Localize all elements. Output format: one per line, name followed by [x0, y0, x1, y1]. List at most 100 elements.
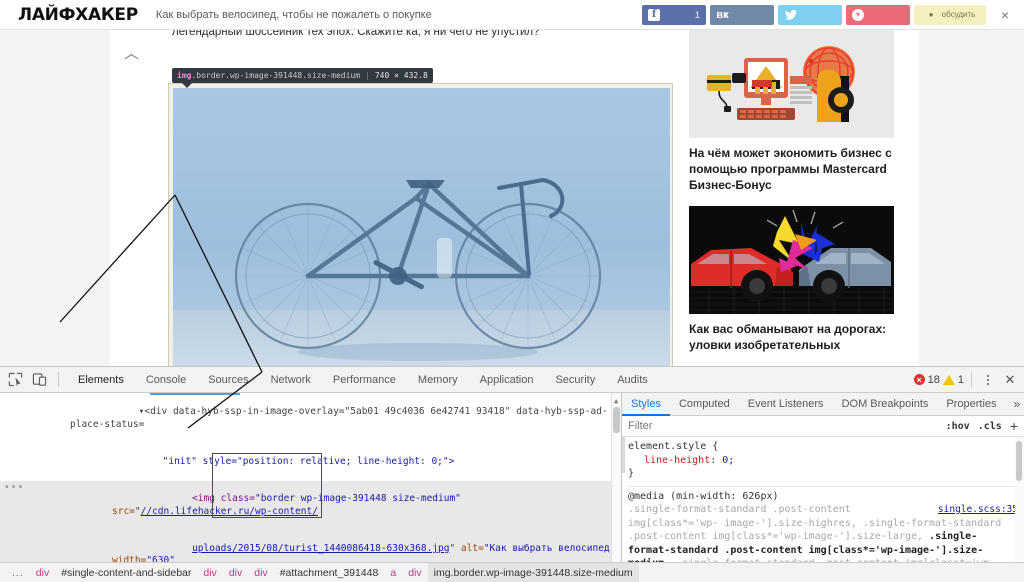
tab-application[interactable]: Application: [469, 367, 545, 393]
tab-security[interactable]: Security: [544, 367, 606, 393]
style-rule-element-style[interactable]: element.style { line-height: 0; }: [628, 440, 1018, 483]
share-facebook-button[interactable]: f 1: [642, 4, 706, 25]
tab-dom-breakpoints[interactable]: DOM Breakpoints: [833, 393, 938, 416]
declaration-line-height[interactable]: line-height: 0;: [628, 454, 1018, 468]
hov-toggle-button[interactable]: :hov: [946, 421, 970, 432]
tab-styles[interactable]: Styles: [622, 393, 670, 416]
facebook-icon: f: [648, 8, 660, 21]
tab-network[interactable]: Network: [260, 367, 322, 393]
article-paragraph-clipped: легендарный шоссейник тех эпох. Скажите …: [172, 30, 540, 38]
tab-performance[interactable]: Performance: [322, 367, 407, 393]
error-count-badge[interactable]: × 18: [913, 374, 940, 386]
devtools-panel: Elements Console Sources Network Perform…: [0, 366, 1024, 582]
page-sidebar: На чём может экономить бизнес с помощью …: [689, 30, 894, 366]
breadcrumb-div-2[interactable]: div: [197, 563, 222, 582]
inspect-element-icon[interactable]: [6, 371, 24, 389]
style-source-link[interactable]: single.scss:35: [938, 503, 1018, 517]
tab-properties[interactable]: Properties: [937, 393, 1005, 416]
warning-count-badge[interactable]: 1: [942, 374, 964, 386]
breadcrumb-ellipsis[interactable]: ...: [6, 563, 30, 582]
styles-scrollbar[interactable]: [1015, 437, 1024, 582]
kebab-menu-icon[interactable]: [979, 371, 997, 389]
dom-img-alt-value: "Как выбрать велосипед": [483, 542, 616, 554]
devtools-toolbar-icons: [0, 371, 54, 389]
pocket-icon: ▾: [852, 8, 864, 21]
breadcrumb-a[interactable]: a: [384, 563, 402, 582]
dom-line-1-text: ▾<div data-hyb-ssp-in-image-overlay="5ab…: [70, 406, 608, 430]
dom-text-selection-box: [212, 453, 322, 518]
property-value[interactable]: 0;: [722, 455, 734, 466]
car-crash-ad-image[interactable]: [689, 206, 894, 314]
dom-tree-pane[interactable]: ▾<div data-hyb-ssp-in-image-overlay="5ab…: [0, 393, 622, 582]
error-icon: ×: [913, 374, 925, 385]
breadcrumb-div-5[interactable]: div: [402, 563, 427, 582]
devtools-toolbar: Elements Console Sources Network Perform…: [0, 367, 1024, 393]
new-style-rule-button[interactable]: +: [1010, 419, 1018, 433]
dom-img-alt-attr: alt=: [455, 542, 484, 554]
tab-memory[interactable]: Memory: [407, 367, 469, 393]
devtools-body: ▾<div data-hyb-ssp-in-image-overlay="5ab…: [0, 393, 1024, 582]
share-vkontakte-button[interactable]: вҝ: [710, 4, 774, 25]
sidebar-ad-1[interactable]: На чём может экономить бизнес с помощью …: [689, 30, 894, 202]
share-pocket-button[interactable]: ▾: [846, 4, 910, 25]
site-logo[interactable]: ЛАЙФХАКЕР: [18, 5, 138, 25]
close-bar-icon[interactable]: ×: [994, 4, 1016, 26]
tab-audits[interactable]: Audits: [606, 367, 659, 393]
sidebar-ad-2[interactable]: Как вас обманывают на дорогах: уловки из…: [689, 206, 894, 362]
share-twitter-button[interactable]: [778, 4, 842, 25]
bicycle-photo[interactable]: [173, 88, 670, 366]
facebook-share-count: 1: [694, 9, 700, 20]
tooltip-classes: .border.wp-image-391448.size-medium: [191, 71, 361, 80]
element-style-close: }: [628, 468, 635, 479]
styles-rules-list: element.style { line-height: 0; } @media…: [622, 437, 1024, 582]
comment-bubble-icon: ●: [928, 10, 934, 19]
dom-line-overlay-div[interactable]: ▾<div data-hyb-ssp-in-image-overlay="5ab…: [0, 394, 621, 444]
vk-icon: вҝ: [716, 8, 729, 21]
tab-elements[interactable]: Elements: [67, 367, 135, 393]
devtools-toolbar-right: × 18 1 ✕: [913, 370, 1024, 390]
styles-rule-gutter: [622, 437, 625, 473]
styles-scrollbar-thumb[interactable]: [1016, 441, 1022, 481]
tab-event-listeners[interactable]: Event Listeners: [739, 393, 833, 416]
dom-scrollbar-thumb[interactable]: [613, 407, 620, 433]
breadcrumb-selected-img[interactable]: img.border.wp-image-391448.size-medium: [427, 562, 639, 582]
breadcrumb-attachment-391448[interactable]: #attachment_391448: [274, 563, 385, 582]
breadcrumb-div-4[interactable]: div: [248, 563, 273, 582]
device-toolbar-icon[interactable]: [30, 371, 48, 389]
dom-scrollbar[interactable]: ▲ ▼: [611, 393, 621, 582]
tab-computed[interactable]: Computed: [670, 393, 739, 416]
highlighted-image-box[interactable]: [168, 83, 673, 366]
discuss-label: обсудить: [941, 10, 976, 19]
page-viewport: ︿ легендарный шоссейник тех эпох. Скажит…: [0, 30, 1024, 366]
dom-breadcrumb-bar: ... div #single-content-and-sidebar div …: [0, 562, 1024, 582]
sidebar-ad-1-title[interactable]: На чём может экономить бизнес с помощью …: [689, 138, 894, 202]
styles-pane: Styles Computed Event Listeners DOM Brea…: [622, 393, 1024, 582]
selector-part-2: img[class*='wp-image-'].size-large,: [712, 531, 930, 542]
devtools-tab-bar: Elements Console Sources Network Perform…: [67, 367, 659, 393]
dom-row-ellipsis[interactable]: •••: [4, 482, 24, 494]
cls-toggle-button[interactable]: .cls: [978, 421, 1002, 432]
tooltip-tag-name: img: [177, 71, 192, 80]
twitter-icon: [784, 8, 797, 21]
site-top-bar: ЛАЙФХАКЕР Как выбрать велосипед, чтобы н…: [0, 0, 1024, 30]
media-query-line: @media (min-width: 626px): [628, 490, 779, 502]
page-left-gutter: [0, 30, 110, 366]
sidebar-ad-2-title[interactable]: Как вас обманывают на дорогах: уловки из…: [689, 314, 894, 362]
breadcrumb-div-1[interactable]: div: [30, 563, 55, 582]
property-name[interactable]: line-height: [644, 455, 710, 466]
breadcrumb-single-content-and-sidebar[interactable]: #single-content-and-sidebar: [55, 563, 197, 582]
close-devtools-icon[interactable]: ✕: [1000, 370, 1020, 390]
scroll-up-arrow-icon[interactable]: ▲: [614, 395, 618, 407]
styles-filter-input[interactable]: [628, 420, 938, 432]
styles-filter-row: :hov .cls +: [622, 416, 1024, 437]
tab-console[interactable]: Console: [135, 367, 197, 393]
breadcrumb-div-3[interactable]: div: [223, 563, 248, 582]
toolbar-divider: [58, 372, 59, 387]
mastercard-ad-image[interactable]: [689, 30, 894, 138]
more-tabs-icon[interactable]: »: [1006, 397, 1024, 411]
collapse-chevron-icon[interactable]: ︿: [124, 42, 139, 63]
discuss-button[interactable]: ● обсудить: [914, 4, 986, 25]
dom-img-src-value-2[interactable]: uploads/2015/08/turist_1440086418-630x36…: [192, 543, 449, 554]
article-headline: Как выбрать велосипед, чтобы не пожалеть…: [155, 8, 432, 21]
tab-sources[interactable]: Sources: [197, 367, 259, 393]
